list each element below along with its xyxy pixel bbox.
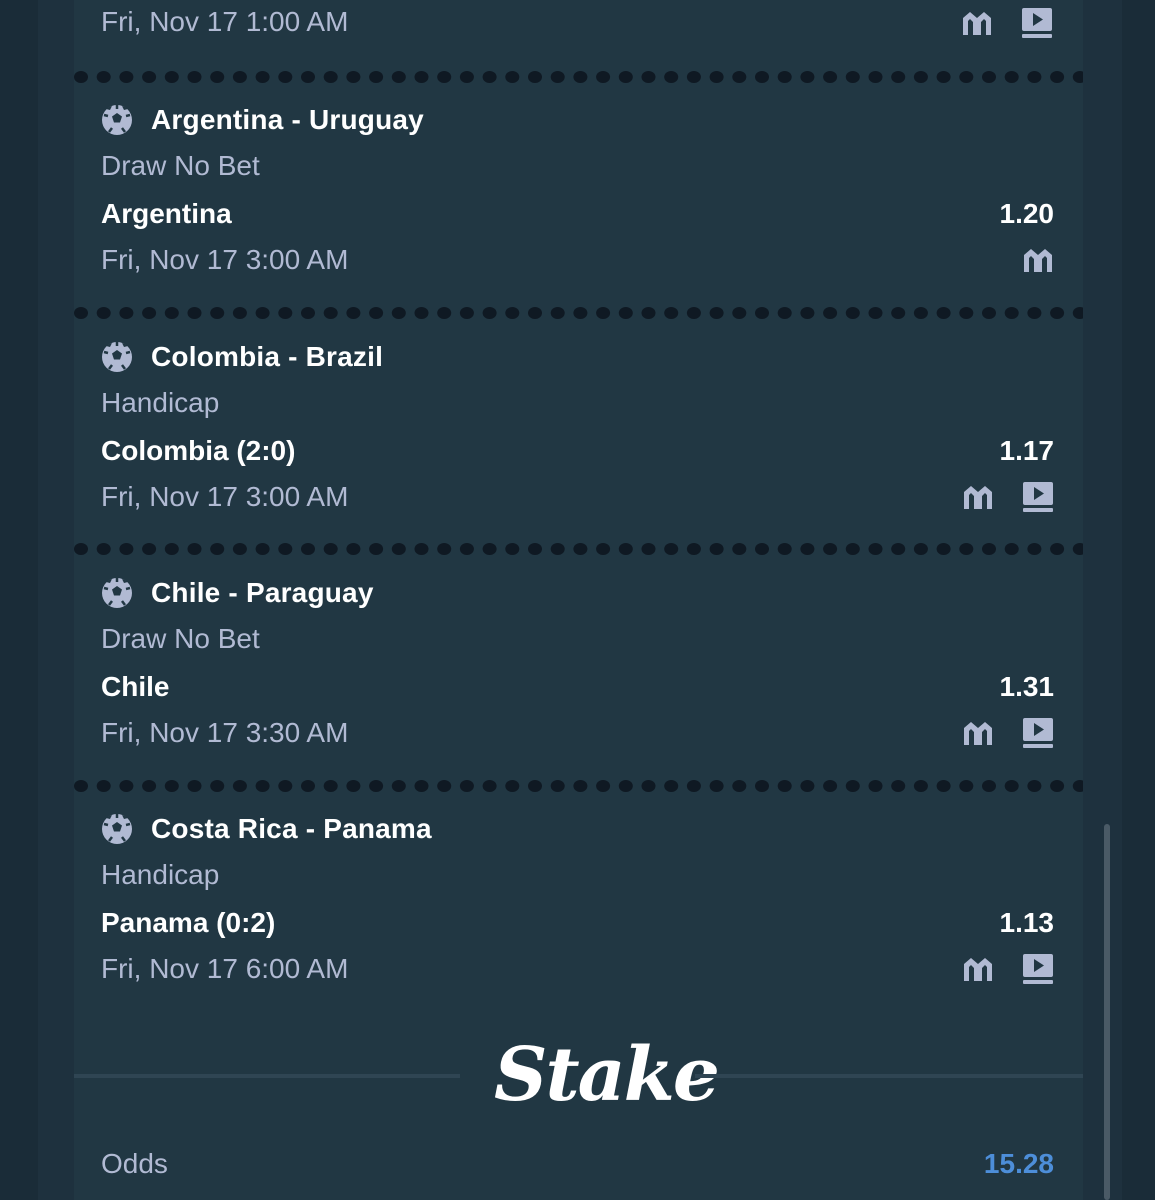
divider-line — [695, 1074, 1083, 1078]
soccer-ball-icon — [102, 342, 132, 372]
market-name: Handicap — [101, 859, 220, 890]
event-actions — [961, 480, 1055, 514]
play-icon[interactable] — [1020, 6, 1054, 40]
match-row[interactable]: Colombia - Brazil — [101, 337, 383, 377]
soccer-ball-icon — [102, 578, 132, 608]
match-row[interactable]: Argentina - Uruguay — [101, 100, 424, 140]
event-datetime: Fri, Nov 17 6:00 AM — [101, 953, 349, 984]
selection-odds: 1.31 — [999, 671, 1055, 702]
soccer-ball-icon — [102, 105, 132, 135]
market-name: Draw No Bet — [101, 150, 260, 181]
event-actions — [961, 716, 1055, 750]
event-datetime: Fri, Nov 17 1:00 AM — [101, 6, 349, 37]
selection-odds: 1.13 — [999, 907, 1055, 938]
bet-item: Colombia - Brazil Handicap Colombia (2:0) 1… — [74, 335, 1083, 535]
selection-name: Chile — [101, 671, 170, 702]
stats-icon[interactable] — [961, 716, 995, 750]
stats-icon[interactable] — [1021, 243, 1055, 277]
dotted-divider — [74, 307, 1083, 319]
total-odds-value: 15.28 — [983, 1148, 1054, 1179]
selection-name: Colombia (2:0) — [101, 435, 296, 466]
play-icon[interactable] — [1021, 716, 1055, 750]
divider-line — [74, 1074, 460, 1078]
dotted-divider — [74, 71, 1083, 83]
event-actions — [961, 952, 1055, 986]
scrollbar[interactable] — [1104, 824, 1110, 1200]
brand-row: Stake — [74, 1030, 1083, 1120]
stats-icon[interactable] — [961, 952, 995, 986]
event-datetime: Fri, Nov 17 3:00 AM — [101, 481, 349, 512]
total-odds-label: Odds — [101, 1148, 168, 1179]
event-actions — [1021, 243, 1055, 277]
stake-logo: Stake — [494, 1032, 720, 1118]
dotted-divider — [74, 543, 1083, 555]
play-icon[interactable] — [1021, 480, 1055, 514]
bet-item: Argentina - Uruguay Draw No Bet Argentina 1… — [74, 98, 1083, 298]
match-row[interactable]: Chile - Paraguay — [101, 573, 374, 613]
market-name: Handicap — [101, 387, 220, 418]
bet-item: Chile - Paraguay Draw No Bet Chile 1.31 Fri,… — [74, 571, 1083, 771]
event-datetime: Fri, Nov 17 3:30 AM — [101, 717, 349, 748]
dotted-divider — [74, 780, 1083, 792]
selection-odds: 1.20 — [999, 198, 1055, 229]
match-title[interactable]: Costa Rica - Panama — [151, 813, 432, 845]
selection-odds: 1.17 — [999, 435, 1055, 466]
match-row[interactable]: Costa Rica - Panama — [101, 809, 432, 849]
stats-icon[interactable] — [961, 480, 995, 514]
match-title[interactable]: Colombia - Brazil — [151, 341, 383, 373]
soccer-ball-icon — [102, 814, 132, 844]
play-icon[interactable] — [1021, 952, 1055, 986]
selection-name: Panama (0:2) — [101, 907, 276, 938]
match-title[interactable]: Argentina - Uruguay — [151, 104, 424, 136]
match-title[interactable]: Chile - Paraguay — [151, 577, 374, 609]
selection-name: Argentina — [101, 198, 232, 229]
bet-item: Costa Rica - Panama Handicap Panama (0:2) 1… — [74, 807, 1083, 1007]
event-datetime: Fri, Nov 17 3:00 AM — [101, 244, 349, 275]
stats-icon[interactable] — [960, 6, 994, 40]
market-name: Draw No Bet — [101, 623, 260, 654]
